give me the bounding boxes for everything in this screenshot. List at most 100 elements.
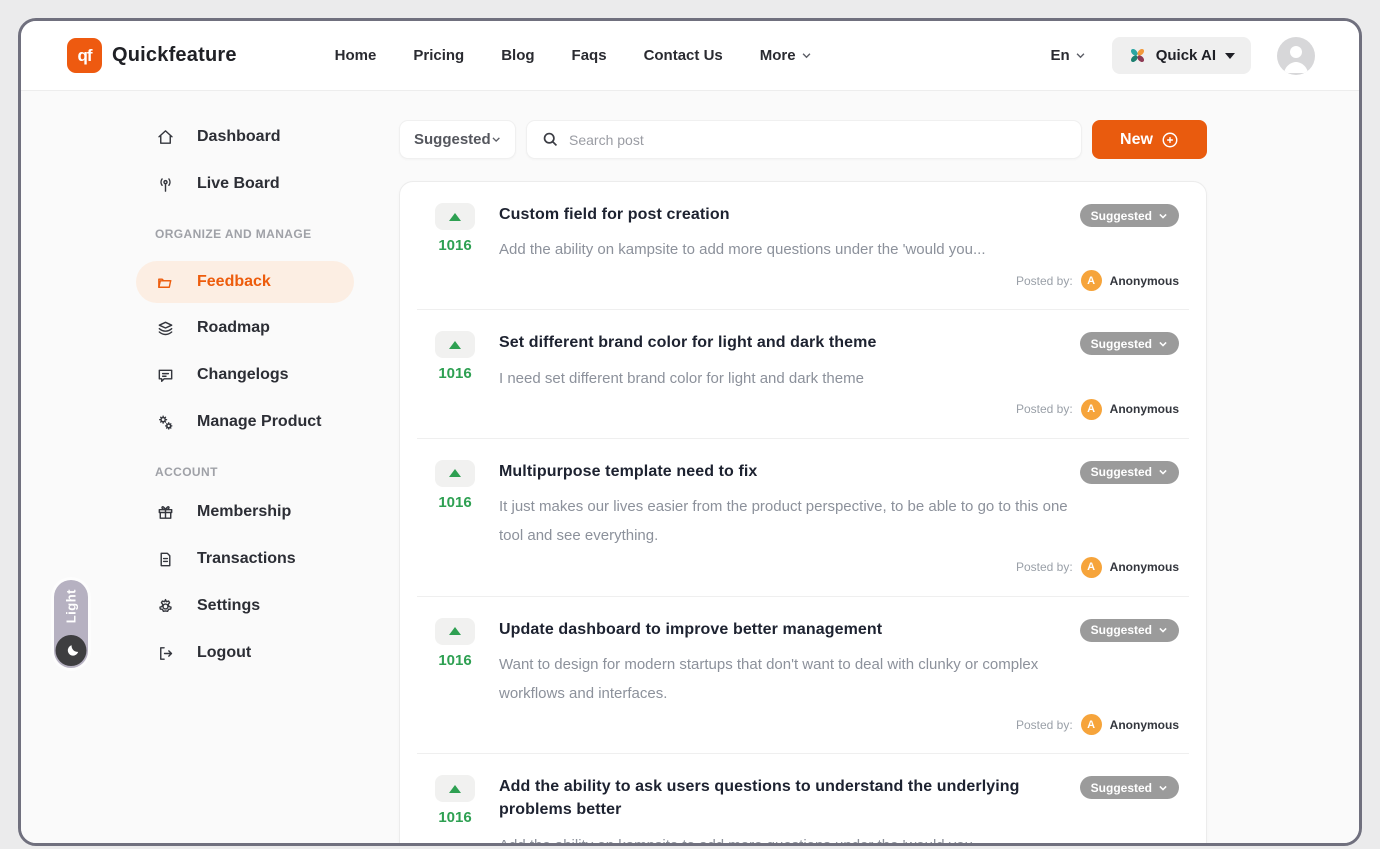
upvote-button[interactable] [435, 331, 475, 358]
quick-ai-pinwheel-icon [1128, 46, 1147, 65]
sidebar-item-label: Settings [197, 597, 260, 615]
upvote-triangle-icon [449, 785, 461, 793]
posted-by-label: Posted by: [1016, 274, 1073, 288]
vote-count: 1016 [438, 809, 471, 826]
author-avatar: A [1081, 270, 1102, 291]
vote-column: 1016 [435, 331, 475, 419]
post-title[interactable]: Custom field for post creation [499, 203, 1179, 226]
nav-more[interactable]: More [760, 47, 812, 64]
post-description: I need set different brand color for lig… [499, 364, 1077, 393]
brand[interactable]: qf Quickfeature [67, 38, 237, 73]
person-icon [1277, 37, 1315, 75]
chevron-down-icon [1158, 783, 1168, 793]
sidebar-item-manage-product[interactable]: Manage Product [155, 409, 399, 435]
posted-by-row: Posted by: A Anonymous [499, 557, 1179, 578]
header-right: En Quick AI [1051, 37, 1315, 75]
caret-down-icon [1225, 53, 1235, 59]
theme-toggle-label: Light [64, 589, 79, 623]
sidebar-item-dashboard[interactable]: Dashboard [155, 124, 399, 150]
sidebar-item-transactions[interactable]: Transactions [155, 546, 399, 572]
post-body: Multipurpose template need to fix Sugges… [499, 460, 1189, 578]
feedback-post[interactable]: 1016 Custom field for post creation Sugg… [417, 182, 1189, 309]
user-avatar[interactable] [1277, 37, 1315, 75]
feedback-post[interactable]: 1016 Multipurpose template need to fix S… [417, 438, 1189, 596]
post-status-badge[interactable]: Suggested [1080, 461, 1179, 484]
vote-count: 1016 [438, 365, 471, 382]
nav-faqs[interactable]: Faqs [572, 47, 607, 64]
sidebar-item-membership[interactable]: Membership [155, 499, 399, 525]
sidebar-item-label: Manage Product [197, 413, 321, 431]
feedback-post[interactable]: 1016 Add the ability to ask users questi… [417, 753, 1189, 843]
sidebar-item-roadmap[interactable]: Roadmap [155, 315, 399, 341]
post-title[interactable]: Set different brand color for light and … [499, 331, 1179, 354]
upvote-button[interactable] [435, 460, 475, 487]
message-square-icon [155, 365, 175, 385]
feedback-post[interactable]: 1016 Update dashboard to improve better … [417, 596, 1189, 754]
nav-blog[interactable]: Blog [501, 47, 534, 64]
feedback-post[interactable]: 1016 Set different brand color for light… [417, 309, 1189, 437]
sidebar-item-live-board[interactable]: Live Board [155, 171, 399, 197]
chevron-down-icon [1158, 467, 1168, 477]
posted-by-label: Posted by: [1016, 718, 1073, 732]
home-icon [155, 127, 175, 147]
posted-by-row: Posted by: A Anonymous [499, 270, 1179, 291]
new-post-button[interactable]: New [1092, 120, 1207, 159]
feedback-list-card: 1016 Custom field for post creation Sugg… [399, 181, 1207, 843]
post-description: Add the ability on kampsite to add more … [499, 831, 1077, 843]
post-status-label: Suggested [1091, 623, 1152, 637]
chevron-down-icon [491, 134, 501, 145]
post-title[interactable]: Update dashboard to improve better manag… [499, 618, 1179, 641]
quick-ai-button[interactable]: Quick AI [1112, 37, 1251, 74]
author-name: Anonymous [1110, 274, 1179, 288]
author-name: Anonymous [1110, 560, 1179, 574]
post-title[interactable]: Add the ability to ask users questions t… [499, 775, 1179, 821]
sidebar-item-changelogs[interactable]: Changelogs [155, 362, 399, 388]
nav-more-label: More [760, 47, 796, 64]
posted-by-label: Posted by: [1016, 560, 1073, 574]
sidebar-item-settings[interactable]: Settings [155, 593, 399, 619]
post-status-label: Suggested [1091, 209, 1152, 223]
vote-count: 1016 [438, 652, 471, 669]
post-status-badge[interactable]: Suggested [1080, 332, 1179, 355]
document-icon [155, 549, 175, 569]
post-status-badge[interactable]: Suggested [1080, 204, 1179, 227]
posted-by-label: Posted by: [1016, 402, 1073, 416]
upvote-triangle-icon [449, 213, 461, 221]
post-description: Want to design for modern startups that … [499, 650, 1077, 709]
post-status-badge[interactable]: Suggested [1080, 776, 1179, 799]
app-window: qf Quickfeature Home Pricing Blog Faqs C… [18, 18, 1362, 846]
search-icon [542, 131, 559, 148]
toolbar: Suggested New [399, 120, 1207, 159]
status-filter-dropdown[interactable]: Suggested [399, 120, 516, 159]
gift-icon [155, 502, 175, 522]
post-status-badge[interactable]: Suggested [1080, 619, 1179, 642]
chevron-down-icon [1075, 50, 1086, 61]
sidebar-item-label: Roadmap [197, 319, 270, 337]
upvote-triangle-icon [449, 627, 461, 635]
sidebar-item-feedback[interactable]: Feedback [136, 261, 354, 303]
search-box [526, 120, 1082, 159]
author-name: Anonymous [1110, 402, 1179, 416]
author-avatar: A [1081, 399, 1102, 420]
sidebar-item-logout[interactable]: Logout [155, 640, 399, 666]
posted-by-row: Posted by: A Anonymous [499, 714, 1179, 735]
quick-ai-label: Quick AI [1156, 47, 1216, 64]
nav-home[interactable]: Home [335, 47, 377, 64]
search-input[interactable] [569, 132, 1066, 148]
vote-count: 1016 [438, 237, 471, 254]
upvote-button[interactable] [435, 775, 475, 802]
content-area: Dashboard Live Board ORGANIZE AND MANAGE… [21, 90, 1359, 843]
post-status-label: Suggested [1091, 781, 1152, 795]
upvote-button[interactable] [435, 203, 475, 230]
theme-toggle[interactable]: Light [54, 580, 88, 668]
plus-circle-icon [1161, 131, 1179, 149]
brand-name: Quickfeature [112, 44, 237, 67]
theme-knob[interactable] [56, 635, 87, 666]
sidebar-section-heading: ORGANIZE AND MANAGE [155, 227, 399, 241]
upvote-button[interactable] [435, 618, 475, 645]
nav-contact-us[interactable]: Contact Us [644, 47, 723, 64]
post-title[interactable]: Multipurpose template need to fix [499, 460, 1179, 483]
nav-pricing[interactable]: Pricing [413, 47, 464, 64]
author-avatar: A [1081, 714, 1102, 735]
language-selector[interactable]: En [1051, 47, 1086, 64]
